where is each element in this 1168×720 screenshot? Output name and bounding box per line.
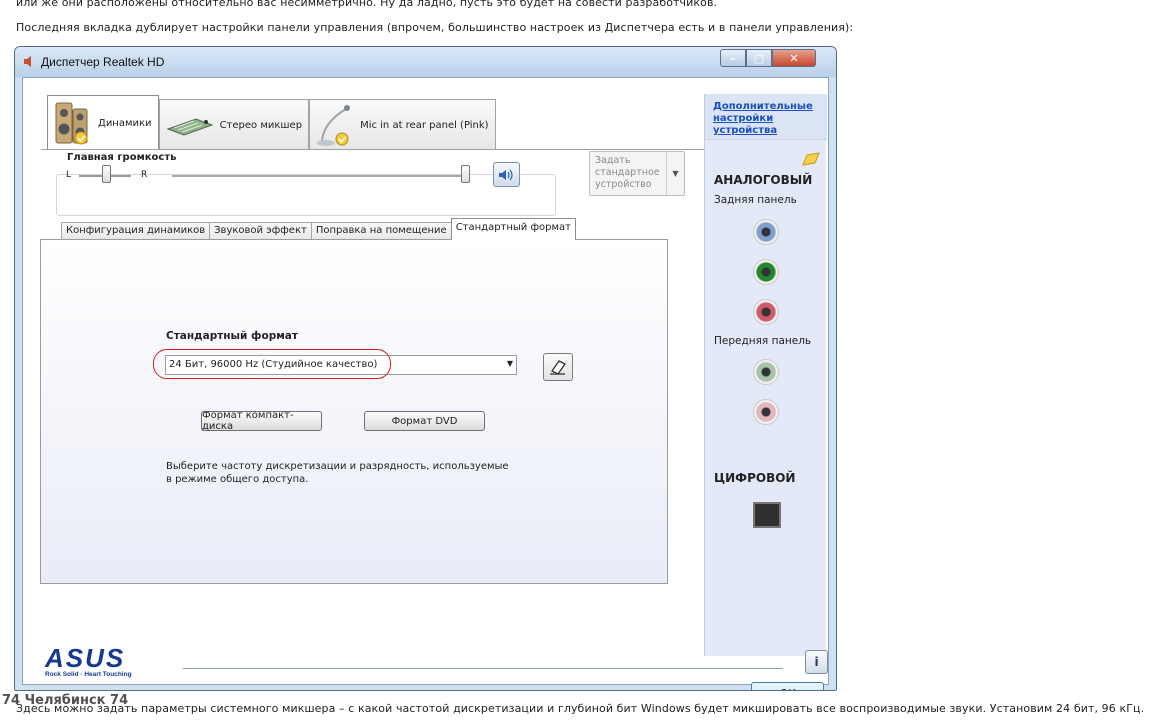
dvd-format-button[interactable]: Формат DVD [364, 411, 485, 431]
realtek-window: Диспетчер Realtek HD – □ ✕ Динамики Стер… [14, 46, 837, 691]
svg-text:ASUS: ASUS [44, 645, 125, 673]
balance-right-label: R [141, 170, 148, 180]
info-button[interactable]: i [805, 650, 828, 674]
svg-text:Rock Solid · Heart Touching: Rock Solid · Heart Touching [45, 671, 132, 678]
device-tab-speakers-label: Динамики [98, 117, 152, 129]
balance-slider-thumb[interactable] [102, 165, 111, 183]
digital-heading: ЦИФРОВОЙ [714, 471, 796, 485]
reset-format-button[interactable] [543, 353, 573, 381]
asus-logo: ASUS Rock Solid · Heart Touching [44, 645, 132, 678]
chevron-down-icon: ▼ [506, 359, 513, 368]
volume-slider-track[interactable] [172, 175, 462, 177]
window-title: Диспетчер Realtek HD [41, 55, 165, 69]
speaker-app-icon [24, 56, 31, 67]
highlight-oval [153, 349, 391, 379]
tab-default-format[interactable]: Стандартный формат [450, 218, 576, 240]
eraser-icon [550, 360, 566, 375]
analog-heading: АНАЛОГОВЫЙ [714, 173, 813, 187]
front-jack-pink[interactable] [753, 399, 779, 425]
rear-panel-label: Задняя панель [714, 194, 797, 206]
tab-speaker-config[interactable]: Конфигурация динамиков [61, 222, 211, 240]
article-text-top: или же они расположены относительно вас … [16, 0, 718, 9]
maximize-button[interactable]: □ [746, 49, 772, 67]
tab-room-correction[interactable]: Поправка на помещение [310, 222, 452, 240]
article-intro: Последняя вкладка дублирует настройки па… [16, 21, 854, 34]
microphone-icon [317, 105, 351, 146]
article-text-bottom: Здесь можно задать параметры системного … [16, 702, 1145, 715]
device-tabs: Динамики Стерео микшер Mic in at rear pa… [47, 95, 496, 150]
window-titlebar[interactable]: Диспетчер Realtek HD – □ ✕ [15, 47, 836, 77]
chevron-down-icon: ▼ [666, 152, 684, 195]
format-subtabs: Конфигурация динамиков Звуковой эффект П… [61, 218, 576, 240]
device-tab-mic-label: Mic in at rear panel (Pink) [360, 119, 489, 131]
speakers-icon [55, 102, 88, 145]
volume-slider-thumb[interactable] [461, 165, 470, 183]
volume-group [56, 174, 556, 216]
rear-jack-blue[interactable] [753, 219, 779, 245]
front-jack-green[interactable] [753, 359, 779, 385]
advanced-settings-box: Дополнительные настройки устройства [705, 94, 827, 140]
footer-divider [183, 668, 783, 669]
set-default-label: Задать стандартное устройство [595, 155, 660, 190]
balance-left-label: L [66, 170, 72, 180]
speakers-panel: Главная громкость L R Задать стандартное… [40, 149, 704, 646]
signature-logo [79, 690, 113, 691]
format-description: Выберите частоту дискретизации и разрядн… [166, 461, 509, 485]
rear-jack-pink[interactable] [753, 299, 779, 325]
tab-sound-effects[interactable]: Звуковой эффект [209, 222, 312, 240]
folder-icon[interactable] [801, 151, 821, 167]
default-format-heading: Стандартный формат [166, 330, 298, 342]
device-tab-speakers[interactable]: Динамики [47, 95, 159, 150]
rear-jack-green[interactable] [753, 259, 779, 285]
connector-panel: Дополнительные настройки устройства АНАЛ… [704, 94, 827, 656]
device-tab-mic[interactable]: Mic in at rear panel (Pink) [309, 99, 496, 150]
front-panel-label: Передняя панель [714, 335, 812, 347]
mixer-board-icon [166, 118, 214, 136]
mute-button[interactable] [493, 162, 520, 187]
ok-button[interactable]: OK [751, 682, 824, 690]
set-default-device-dropdown[interactable]: Задать стандартное устройство ▼ [589, 151, 685, 196]
device-tab-stereo-mixer[interactable]: Стерео микшер [158, 99, 310, 150]
minimize-button[interactable]: – [720, 49, 746, 67]
device-tab-stereo-mixer-label: Стерео микшер [219, 119, 303, 131]
default-format-panel: Стандартный формат 24 Бит, 96000 Hz (Сту… [40, 239, 668, 584]
close-button[interactable]: ✕ [772, 49, 816, 67]
cd-format-button[interactable]: Формат компакт-диска [201, 410, 322, 432]
advanced-settings-link[interactable]: Дополнительные настройки устройства [713, 101, 827, 137]
volume-label: Главная громкость [63, 152, 181, 163]
spdif-port[interactable] [753, 502, 781, 528]
window-client: Динамики Стерео микшер Mic in at rear pa… [22, 77, 829, 690]
speaker-volume-icon [498, 169, 513, 180]
